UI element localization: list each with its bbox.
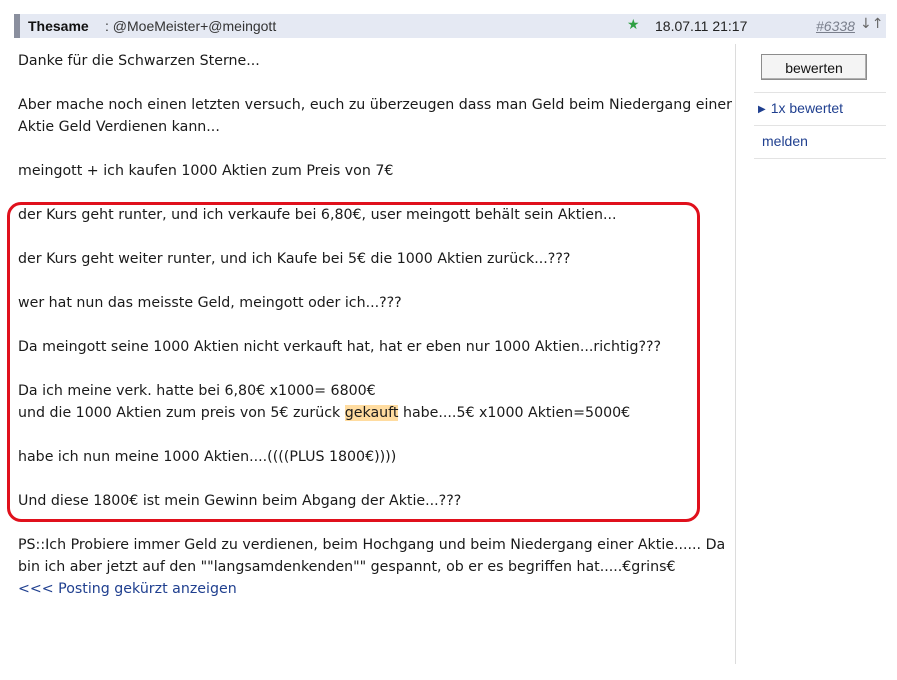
sidebar-divider — [735, 44, 736, 664]
report-link[interactable]: melden — [762, 133, 808, 149]
post-paragraph: Danke für die Schwarzen Sterne... — [18, 50, 733, 72]
sidebar-separator — [754, 158, 886, 159]
post-paragraph: PS::Ich Probiere immer Geld zu verdienen… — [18, 534, 733, 578]
recipients: : @MoeMeister+@meingott — [105, 18, 276, 34]
rated-count-link[interactable]: ▶ 1x bewertet — [758, 100, 843, 116]
sidebar-separator — [754, 92, 886, 93]
annotation-box — [7, 202, 700, 522]
expand-triangle-icon: ▶ — [758, 104, 766, 115]
header-accent-bar — [14, 14, 20, 38]
rated-count-label: 1x bewertet — [771, 100, 843, 116]
nav-arrows-icon[interactable]: ↓↑ — [860, 16, 883, 32]
post-datetime: 18.07.11 21:17 — [655, 18, 747, 34]
post-number-link[interactable]: #6338 — [816, 18, 855, 34]
post-paragraph: meingott + ich kaufen 1000 Aktien zum Pr… — [18, 160, 733, 182]
shorten-post-link[interactable]: <<< Posting gekürzt anzeigen — [18, 581, 237, 597]
rate-button[interactable]: bewerten — [761, 54, 867, 80]
sidebar-separator — [754, 125, 886, 126]
post-paragraph: Aber mache noch einen letzten versuch, e… — [18, 94, 733, 138]
author-name[interactable]: Thesame — [28, 18, 89, 34]
post-header: Thesame : @MoeMeister+@meingott ★ 18.07.… — [14, 14, 886, 38]
star-icon: ★ — [627, 17, 640, 33]
